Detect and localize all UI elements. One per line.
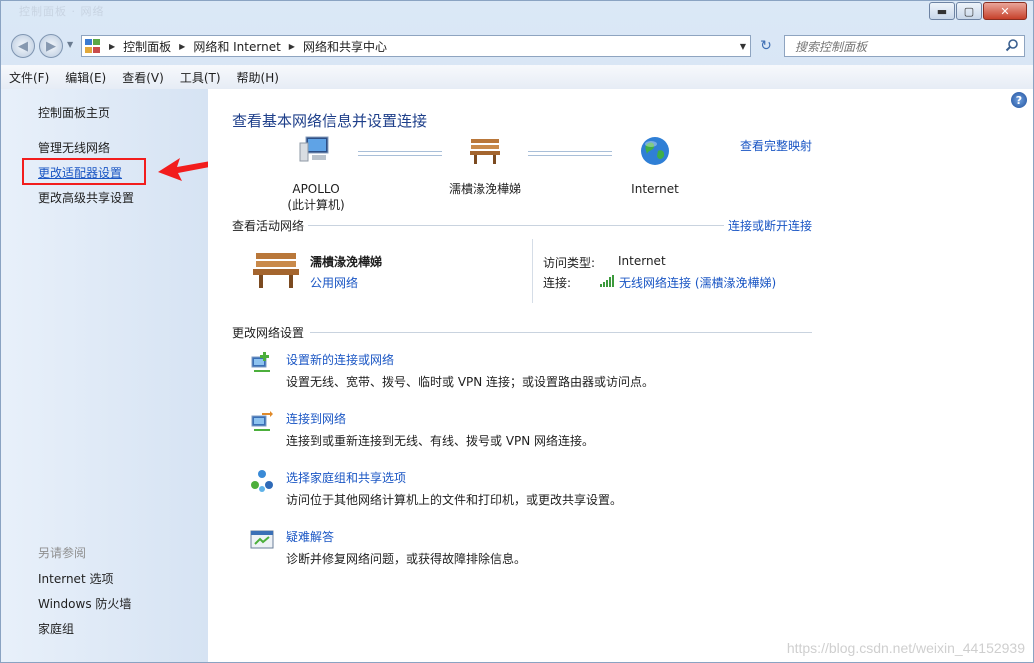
sidebar-item-manage-wireless[interactable]: 管理无线网络 — [38, 139, 110, 156]
access-type-label: 访问类型: — [543, 256, 596, 270]
network-bench-icon — [253, 253, 299, 288]
active-networks-label: 查看活动网络 — [232, 219, 305, 233]
change-settings-label: 更改网络设置 — [232, 326, 305, 340]
connect-disconnect-link[interactable]: 连接或断开连接 — [728, 217, 812, 234]
breadcrumb: ▶ 控制面板 ▶ 网络和 Internet ▶ 网络和共享中心 — [101, 38, 387, 55]
window-controls: ▬ ▢ ✕ — [928, 2, 1027, 20]
breadcrumb-separator-icon[interactable]: ▶ — [289, 42, 295, 51]
back-button[interactable]: ◀ — [11, 34, 35, 58]
task-title[interactable]: 选择家庭组和共享选项 — [286, 469, 406, 486]
watermark: https://blog.csdn.net/weixin_44152939 — [786, 640, 1025, 656]
menu-help[interactable]: 帮助(H) — [229, 69, 287, 86]
maximize-button[interactable]: ▢ — [956, 2, 982, 20]
minimize-button[interactable]: ▬ — [929, 2, 955, 20]
sidebar-control-panel-home[interactable]: 控制面板主页 — [38, 104, 110, 121]
task-description: 诊断并修复网络问题，或获得故障排除信息。 — [286, 552, 527, 566]
address-dropdown-icon[interactable]: ▼ — [740, 42, 746, 51]
sidebar-item-advanced-sharing[interactable]: 更改高级共享设置 — [38, 189, 134, 206]
task-description: 连接到或重新连接到无线、有线、拨号或 VPN 网络连接。 — [286, 434, 595, 448]
task-description: 设置无线、宽带、拨号、临时或 VPN 连接；或设置路由器或访问点。 — [286, 375, 655, 389]
refresh-icon[interactable]: ↻ — [755, 37, 777, 55]
highlight-box — [22, 158, 146, 185]
forward-button[interactable]: ▶ — [39, 34, 63, 58]
access-type-value: Internet — [618, 254, 666, 268]
window: 控制面板 · 网络 ▬ ▢ ✕ ◀ ▶ ▼ ▶ 控制面板 ▶ 网络和 Inter… — [0, 0, 1034, 663]
vertical-divider — [532, 239, 533, 303]
connection-label: 连接: — [543, 276, 572, 290]
node-internet: Internet — [618, 135, 692, 197]
homegroup-icon — [251, 470, 273, 492]
breadcrumb-separator-icon[interactable]: ▶ — [179, 42, 185, 51]
task-title[interactable]: 设置新的连接或网络 — [286, 351, 394, 368]
computer-icon — [299, 136, 329, 162]
recent-pages-dropdown-icon[interactable]: ▼ — [67, 40, 73, 49]
page-title: 查看基本网络信息并设置连接 — [232, 112, 428, 130]
menu-view[interactable]: 查看(V) — [114, 69, 172, 86]
search-input[interactable] — [793, 37, 997, 57]
see-also-label: 另请参阅 — [38, 546, 87, 560]
menu-edit[interactable]: 编辑(E) — [57, 69, 114, 86]
troubleshoot-icon — [250, 530, 274, 549]
breadcrumb-separator-icon[interactable]: ▶ — [109, 42, 115, 51]
address-bar[interactable]: ▶ 控制面板 ▶ 网络和 Internet ▶ 网络和共享中心 ▼ — [81, 35, 751, 57]
task-title[interactable]: 连接到网络 — [286, 410, 346, 427]
control-panel-icon — [85, 39, 101, 53]
new-connection-icon — [251, 352, 270, 372]
window-title: 控制面板 · 网络 — [19, 5, 105, 18]
main-panel: ? 查看基本网络信息并设置连接 查看完整映射 APOLLO (此计算机) 濡樻湪… — [208, 89, 1033, 662]
wireless-connection-link[interactable]: 无线网络连接 (濡樻湪浼樺娣) — [619, 274, 776, 291]
connection-line — [528, 151, 612, 156]
node-computer-name: APOLLO — [292, 182, 340, 196]
see-also-homegroup[interactable]: 家庭组 — [38, 620, 74, 637]
breadcrumb-network-sharing-center[interactable]: 网络和共享中心 — [303, 38, 387, 55]
search-icon[interactable] — [1005, 38, 1019, 52]
section-divider — [308, 225, 724, 226]
help-icon[interactable]: ? — [1011, 92, 1027, 108]
close-button[interactable]: ✕ — [983, 2, 1027, 20]
task-title[interactable]: 疑难解答 — [286, 528, 334, 545]
node-internet-name: Internet — [631, 182, 679, 196]
view-full-map-link[interactable]: 查看完整映射 — [740, 137, 812, 154]
connection-line — [358, 151, 442, 156]
section-divider — [310, 332, 812, 333]
globe-icon — [641, 137, 669, 165]
task-description: 访问位于其他网络计算机上的文件和打印机，或更改共享设置。 — [286, 493, 623, 507]
signal-strength-icon — [600, 275, 614, 287]
node-network[interactable]: 濡樻湪浼樺娣 — [443, 135, 527, 197]
network-type-link[interactable]: 公用网络 — [310, 274, 358, 291]
search-box[interactable] — [784, 35, 1025, 57]
connect-network-icon — [251, 411, 273, 431]
node-computer-sub: (此计算机) — [287, 198, 345, 212]
menu-tools[interactable]: 工具(T) — [172, 69, 229, 86]
address-row: ◀ ▶ ▼ ▶ 控制面板 ▶ 网络和 Internet ▶ 网络和共享中心 ▼ … — [1, 31, 1033, 61]
see-also-windows-firewall[interactable]: Windows 防火墙 — [38, 595, 131, 612]
menu-bar: 文件(F) 编辑(E) 查看(V) 工具(T) 帮助(H) — [1, 65, 1033, 90]
network-name: 濡樻湪浼樺娣 — [310, 255, 383, 269]
node-this-computer: APOLLO (此计算机) — [278, 135, 354, 213]
node-network-name: 濡樻湪浼樺娣 — [448, 182, 521, 196]
see-also-internet-options[interactable]: Internet 选项 — [38, 570, 113, 587]
menu-file[interactable]: 文件(F) — [1, 69, 57, 86]
breadcrumb-network-internet[interactable]: 网络和 Internet — [193, 38, 280, 55]
bench-icon — [470, 139, 500, 164]
breadcrumb-control-panel[interactable]: 控制面板 — [123, 38, 171, 55]
